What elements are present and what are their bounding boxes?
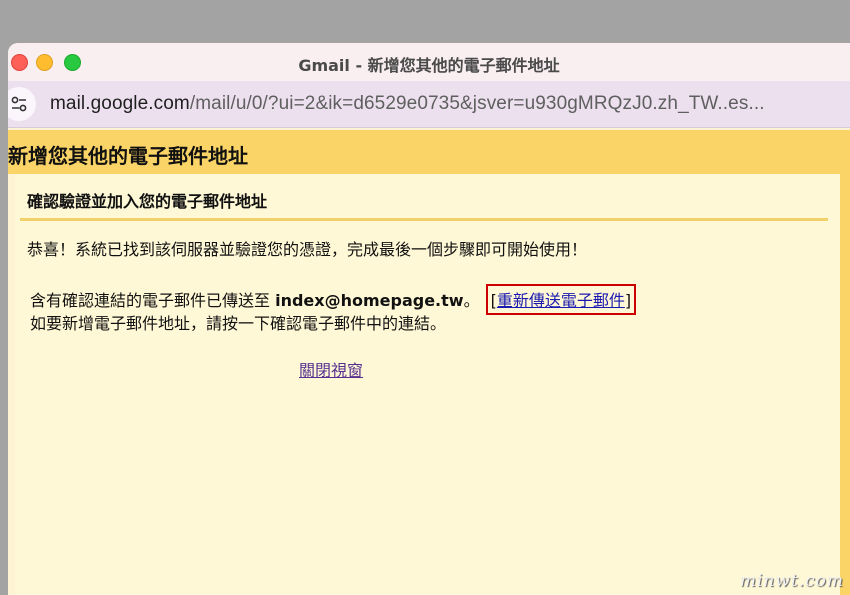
tune-icon xyxy=(11,96,27,112)
window-title: Gmail - 新增您其他的電子郵件地址 xyxy=(298,56,560,75)
resend-email-link[interactable]: 重新傳送電子郵件 xyxy=(497,291,625,310)
popup-window: Gmail - 新增您其他的電子郵件地址 mail.google.com/mai… xyxy=(8,43,850,595)
congrats-message: 恭喜！系統已找到該伺服器並驗證您的憑證，完成最後一個步驟即可開始使用！ xyxy=(27,240,588,259)
bracket-close: ] xyxy=(624,291,632,310)
section-title: 確認驗證並加入您的電子郵件地址 xyxy=(27,192,268,211)
page-title: 新增您其他的電子郵件地址 xyxy=(8,144,248,168)
url-text[interactable]: mail.google.com/mail/u/0/?ui=2&ik=d6529e… xyxy=(50,93,765,115)
divider xyxy=(20,218,828,221)
address-bar[interactable]: mail.google.com/mail/u/0/?ui=2&ik=d6529e… xyxy=(8,81,850,128)
close-window-link[interactable]: 關閉視窗 xyxy=(299,357,363,381)
resend-highlight: [重新傳送電子郵件] xyxy=(485,284,637,315)
sent-prefix: 含有確認連結的電子郵件已傳送至 xyxy=(30,291,276,310)
sent-suffix: 。 xyxy=(463,291,480,310)
site-settings-button[interactable] xyxy=(8,87,36,121)
sent-email: index@homepage.tw xyxy=(275,291,464,310)
content-panel: 確認驗證並加入您的電子郵件地址 恭喜！系統已找到該伺服器並驗證您的憑證，完成最後… xyxy=(15,174,840,595)
watermark: minwt.com xyxy=(739,571,844,591)
url-path: /mail/u/0/?ui=2&ik=d6529e0735&jsver=u930… xyxy=(189,93,765,114)
instruction-message: 如要新增電子郵件地址，請按一下確認電子郵件中的連結。 xyxy=(30,314,447,333)
right-border xyxy=(840,174,850,595)
url-host: mail.google.com xyxy=(50,93,190,114)
page-header: 新增您其他的電子郵件地址 xyxy=(8,130,850,174)
title-bar[interactable]: Gmail - 新增您其他的電子郵件地址 xyxy=(8,43,850,81)
